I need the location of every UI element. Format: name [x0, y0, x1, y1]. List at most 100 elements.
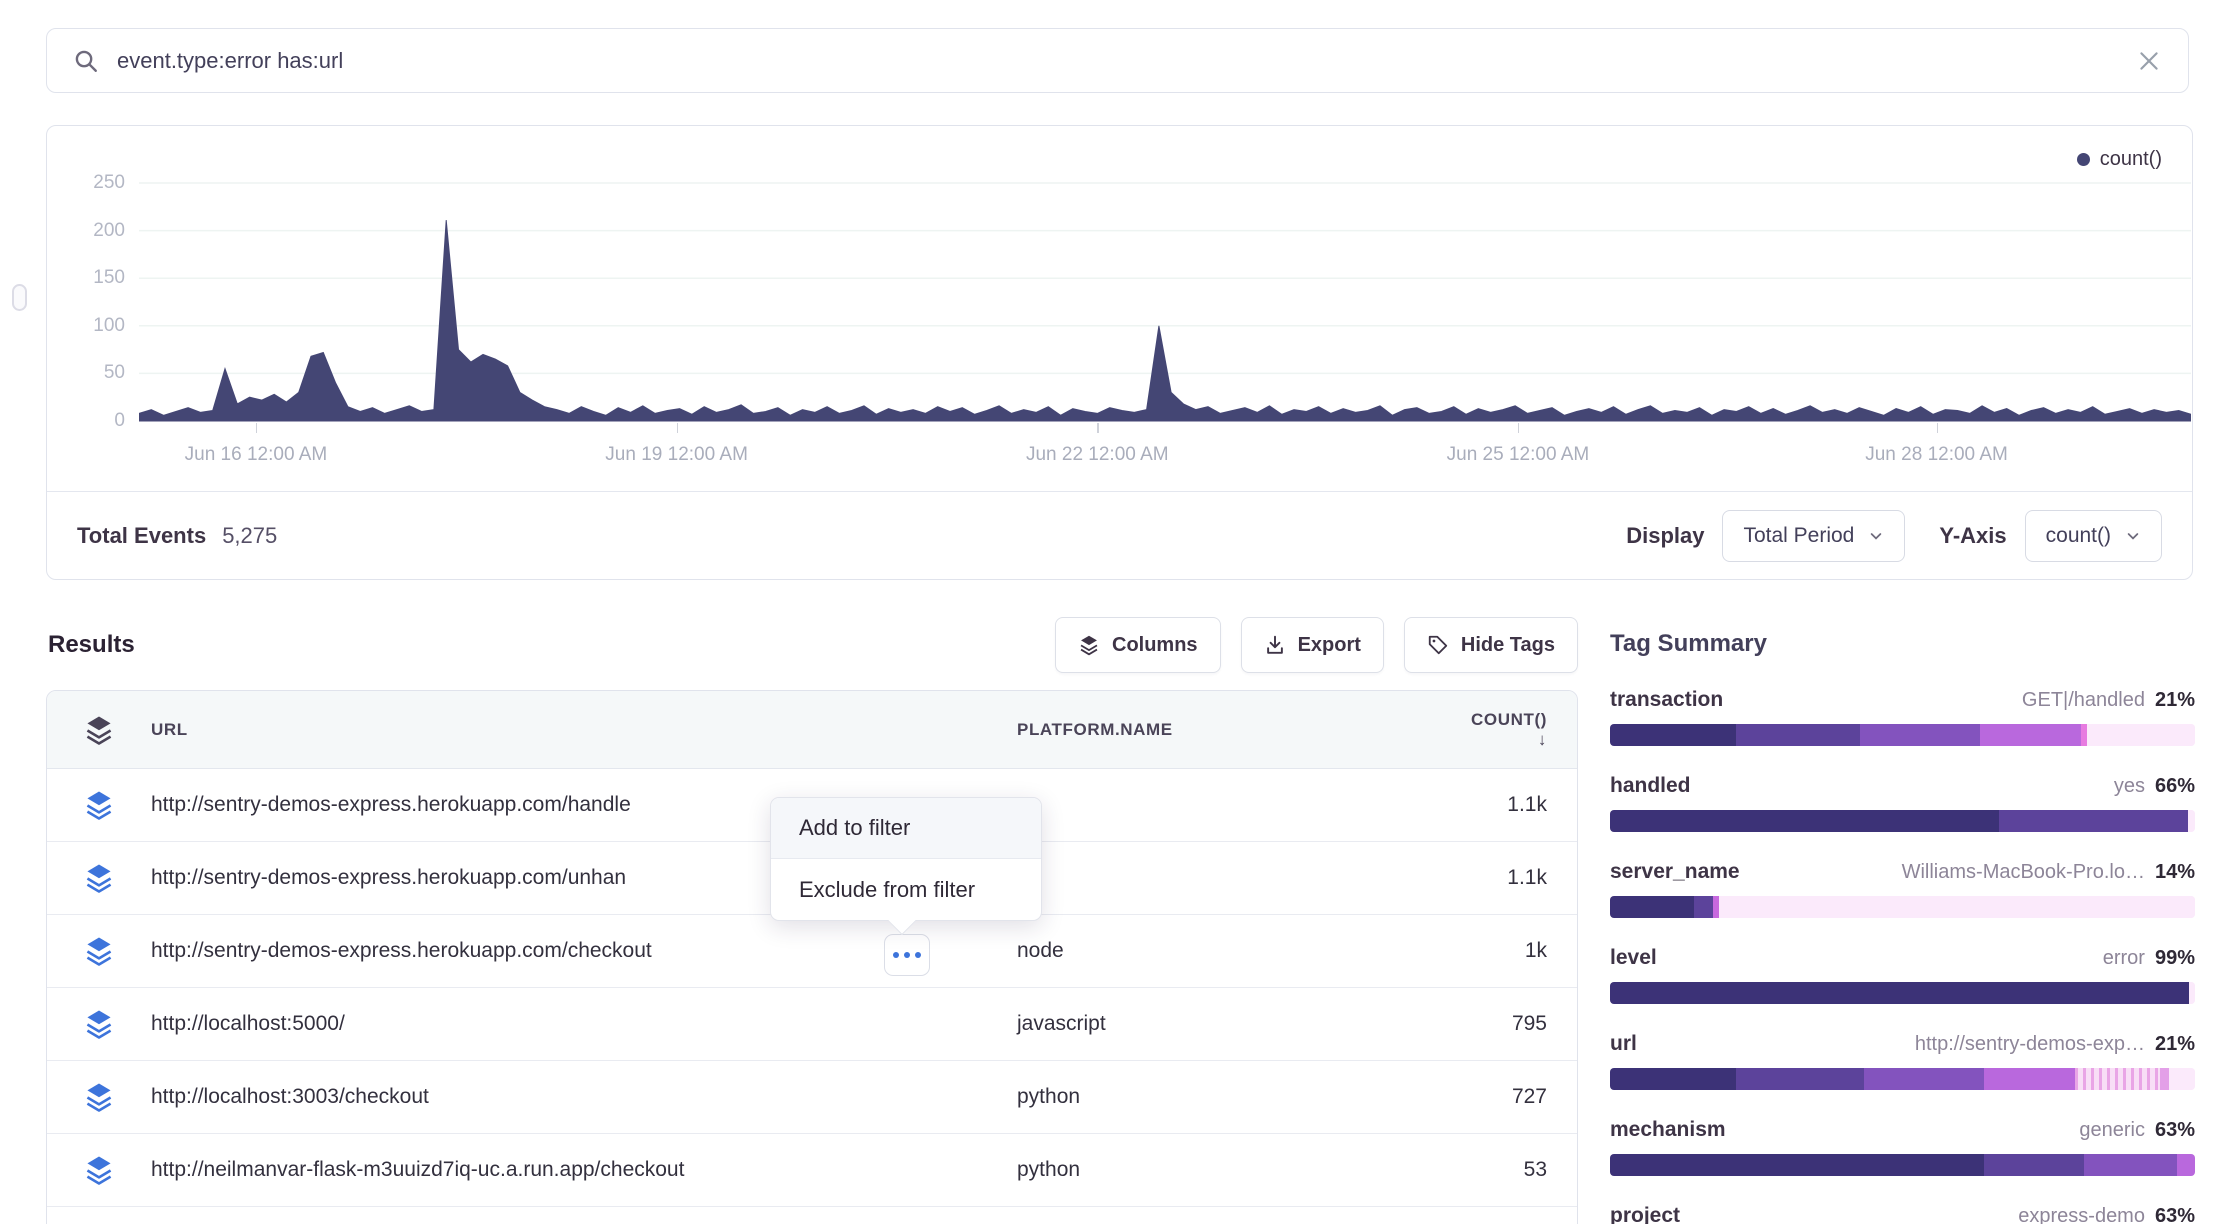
menu-item-add-to-filter[interactable]: Add to filter [771, 798, 1041, 859]
platform-cell[interactable]: python [1017, 1158, 1457, 1182]
layers-icon [84, 862, 114, 894]
url-cell[interactable]: http://neilmanvar-flask-m3uuizd7iq-uc.a.… [151, 1158, 1017, 1182]
count-cell: 1.1k [1457, 793, 1577, 817]
results-toolbar: Columns Export Hide Tags [1047, 617, 1578, 673]
table-row[interactable]: http://neilmanvar-flask-m3uuizd7iq-uc.a.… [47, 1134, 1577, 1207]
tag-summary-section: levelerror99% [1610, 946, 2195, 1004]
export-button-label: Export [1298, 634, 1361, 657]
table-row[interactable]: http://localhost:5000/javascript795 [47, 988, 1577, 1061]
tag-bar-segment [2169, 1068, 2195, 1090]
column-header-count[interactable]: COUNT() ↓ [1457, 710, 1577, 750]
panel-resize-handle[interactable] [12, 284, 27, 311]
hide-tags-button[interactable]: Hide Tags [1404, 617, 1578, 673]
export-button[interactable]: Export [1241, 617, 1384, 673]
legend-dot-icon [2077, 153, 2090, 166]
x-axis-tick-label: Jun 22 12:00 AM [1026, 444, 1169, 466]
sort-desc-icon: ↓ [1538, 730, 1547, 749]
cell-actions-button[interactable] [884, 934, 930, 976]
display-select[interactable]: Total Period [1722, 510, 1905, 562]
count-cell: 795 [1457, 1012, 1577, 1036]
tag-bar-segment [1864, 1068, 1984, 1090]
column-header-platform[interactable]: PLATFORM.NAME [1017, 720, 1457, 740]
url-cell[interactable]: http://localhost:3003/checkout [151, 1085, 1017, 1109]
tag-top-value: yes [1705, 774, 2145, 798]
total-events-label: Total Events [77, 523, 206, 549]
yaxis-select-value: count() [2046, 524, 2111, 548]
tag-top-percent: 14% [2155, 860, 2195, 884]
tag-bar-segment [1610, 896, 1694, 918]
y-axis-tick-label: 250 [45, 172, 125, 194]
platform-cell[interactable]: node [1017, 939, 1457, 963]
x-axis-tick-label: Jun 16 12:00 AM [185, 444, 328, 466]
tag-summary-section: transactionGET|/handled21% [1610, 688, 2195, 746]
platform-cell[interactable]: python [1017, 1085, 1457, 1109]
tag-bar-segment [1610, 810, 1999, 832]
tag-top-percent: 21% [2155, 688, 2195, 712]
tag-bar-segment [1719, 896, 2195, 918]
legend-label: count() [2100, 148, 2162, 171]
tag-distribution-bar[interactable] [1610, 982, 2195, 1004]
tag-bar-segment [1736, 724, 1861, 746]
hide-tags-button-label: Hide Tags [1461, 634, 1555, 657]
column-header-url[interactable]: URL [151, 720, 1017, 740]
count-cell: 1k [1457, 939, 1577, 963]
url-cell[interactable]: http://localhost:5000/ [151, 1012, 1017, 1036]
search-input[interactable] [117, 48, 2136, 74]
layers-icon [84, 789, 114, 821]
clear-search-icon[interactable] [2136, 48, 2162, 74]
table-header: URL PLATFORM.NAME COUNT() ↓ [47, 691, 1577, 769]
display-select-value: Total Period [1743, 524, 1854, 548]
tag-bar-segment [1984, 1068, 2075, 1090]
table-row[interactable]: http://sentry-demos-express.herokuapp.co… [47, 915, 1577, 988]
x-axis-tick [677, 423, 679, 433]
columns-button[interactable]: Columns [1055, 617, 1221, 673]
search-icon [73, 48, 99, 74]
count-header-label: COUNT() [1471, 710, 1547, 729]
x-axis-tick-label: Jun 19 12:00 AM [605, 444, 748, 466]
chevron-down-icon [2125, 528, 2141, 544]
y-axis-tick-label: 200 [45, 220, 125, 242]
tag-summary-section: urlhttp://sentry-demos-exp…21% [1610, 1032, 2195, 1090]
tag-distribution-bar[interactable] [1610, 1068, 2195, 1090]
tag-bar-segment [2188, 810, 2195, 832]
tag-bar-segment [1610, 1154, 1984, 1176]
tag-name: url [1610, 1032, 1637, 1056]
tag-summary-section: handledyes66% [1610, 774, 2195, 832]
tag-distribution-bar[interactable] [1610, 896, 2195, 918]
x-axis-tick-label: Jun 28 12:00 AM [1865, 444, 2008, 466]
tag-bar-segment [1610, 982, 2189, 1004]
tag-bar-segment [1980, 724, 2081, 746]
x-axis-tick [1518, 423, 1520, 433]
x-axis-tick [256, 423, 258, 433]
tag-bar-segment [2084, 1154, 2178, 1176]
count-cell: 1.1k [1457, 866, 1577, 890]
tag-distribution-bar[interactable] [1610, 810, 2195, 832]
tag-top-percent: 21% [2155, 1032, 2195, 1056]
tag-distribution-bar[interactable] [1610, 1154, 2195, 1176]
tag-name: mechanism [1610, 1118, 1726, 1142]
cell-context-menu: Add to filter Exclude from filter [770, 797, 1042, 921]
tag-bar-segment [1610, 1068, 1736, 1090]
events-chart-panel: 050100150200250Jun 16 12:00 AMJun 19 12:… [46, 125, 2193, 580]
y-axis-tick-label: 50 [45, 362, 125, 384]
tag-bar-segment [1860, 724, 1980, 746]
tag-distribution-bar[interactable] [1610, 724, 2195, 746]
tag-bar-segment [1736, 1068, 1865, 1090]
tag-bar-segment [2177, 1154, 2195, 1176]
display-label: Display [1626, 523, 1704, 549]
yaxis-select[interactable]: count() [2025, 510, 2162, 562]
table-row[interactable]: http://localhost:3003/checkoutpython727 [47, 1061, 1577, 1134]
tag-name: server_name [1610, 860, 1740, 884]
tag-name: handled [1610, 774, 1691, 798]
chevron-down-icon [1868, 528, 1884, 544]
tag-bar-segment [1694, 896, 1713, 918]
y-axis-tick-label: 100 [45, 315, 125, 337]
count-cell: 727 [1457, 1085, 1577, 1109]
tag-bar-segment [1984, 1154, 2083, 1176]
tag-top-value: error [1671, 946, 2145, 970]
tag-bar-segment [2075, 1068, 2160, 1090]
tag-name: project [1610, 1204, 1680, 1224]
tag-name: level [1610, 946, 1657, 970]
events-area-chart: 050100150200250Jun 16 12:00 AMJun 19 12:… [139, 126, 2191, 456]
platform-cell[interactable]: javascript [1017, 1012, 1457, 1036]
